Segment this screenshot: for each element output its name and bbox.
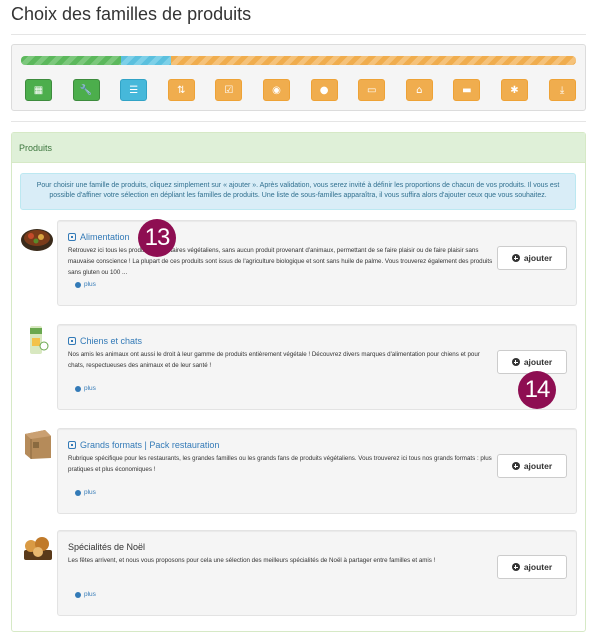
sort-icon: ⇅ bbox=[177, 84, 186, 96]
progress-bar bbox=[21, 56, 576, 65]
pet-food-bag-thumbnail bbox=[30, 326, 49, 354]
add-button[interactable]: ajouter bbox=[497, 454, 567, 478]
page-title: Choix des familles de produits bbox=[11, 4, 252, 24]
product-title-link[interactable]: Chiens et chats bbox=[68, 336, 142, 346]
progress-segment-remaining bbox=[170, 56, 576, 65]
product-description: Les fêtes arrivent, et nous vous proposo… bbox=[68, 557, 436, 564]
home-icon: ⌂ bbox=[416, 84, 423, 96]
progress-segment-done bbox=[21, 56, 121, 65]
step-button[interactable]: ▦ bbox=[25, 79, 52, 101]
add-button-label: ajouter bbox=[523, 562, 553, 572]
product-description: Nos amis les animaux ont aussi le droit … bbox=[68, 351, 480, 369]
check-icon: ☑ bbox=[224, 84, 234, 96]
step-button[interactable]: ▭ bbox=[358, 79, 386, 101]
more-link-label: plus bbox=[84, 281, 96, 288]
step-button[interactable]: 🔧 bbox=[72, 79, 100, 101]
comment-icon: ▬ bbox=[462, 84, 472, 96]
more-link[interactable]: plus bbox=[75, 489, 96, 496]
more-link-label: plus bbox=[84, 591, 96, 598]
asterisk-icon: ✱ bbox=[510, 84, 519, 96]
plus-circle-icon bbox=[511, 358, 520, 366]
step-button[interactable]: ▬ bbox=[453, 79, 481, 101]
food-bowl-thumbnail bbox=[21, 229, 53, 251]
list-icon: ☰ bbox=[129, 84, 139, 96]
cardboard-box-thumbnail bbox=[25, 430, 51, 459]
info-icon bbox=[75, 591, 81, 598]
add-button[interactable]: ajouter bbox=[497, 555, 567, 579]
products-heading: Produits bbox=[12, 133, 585, 163]
title-divider bbox=[11, 34, 586, 35]
add-button-label: ajouter bbox=[523, 461, 553, 471]
christmas-cookies-thumbnail bbox=[24, 537, 52, 560]
add-button[interactable]: ajouter bbox=[497, 350, 567, 374]
product-title-text: Spécialités de Noël bbox=[68, 542, 146, 552]
step-button[interactable]: ☑ bbox=[215, 79, 243, 101]
steps-panel: ▦ 🔧 ☰ ⇅ ☑ ◉ ● ▭ ⌂ ▬ ✱ ⤓ bbox=[11, 44, 586, 111]
add-button-label: ajouter bbox=[523, 357, 553, 367]
eye-icon: ◉ bbox=[272, 84, 281, 96]
add-button-label: ajouter bbox=[523, 253, 553, 263]
info-icon bbox=[75, 489, 81, 496]
user-icon: ● bbox=[319, 84, 329, 96]
more-link[interactable]: plus bbox=[75, 591, 96, 598]
info-alert: Pour choisir une famille de produits, cl… bbox=[20, 173, 576, 210]
credit-card-icon: ▭ bbox=[366, 84, 377, 96]
annotation-badge: 13 bbox=[138, 219, 176, 257]
info-icon bbox=[75, 385, 81, 392]
expand-icon bbox=[68, 233, 76, 241]
product-title-link[interactable]: Alimentation bbox=[68, 232, 130, 242]
more-link[interactable]: plus bbox=[75, 281, 96, 288]
step-button[interactable]: ✱ bbox=[501, 79, 528, 101]
product-card-noel: Spécialités de Noël Les fêtes arrivent, … bbox=[57, 530, 577, 616]
step-button[interactable]: ◉ bbox=[263, 79, 290, 101]
progress-segment-current bbox=[120, 56, 171, 65]
more-link[interactable]: plus bbox=[75, 385, 96, 392]
section-divider bbox=[11, 121, 586, 122]
info-icon bbox=[75, 281, 81, 288]
product-description: Retrouvez ici tous les produits alimenta… bbox=[68, 247, 493, 276]
product-title-text: Grands formats | Pack restauration bbox=[80, 440, 220, 450]
more-link-label: plus bbox=[84, 385, 96, 392]
product-title-text: Alimentation bbox=[80, 232, 130, 242]
plus-circle-icon bbox=[511, 462, 520, 470]
product-title-link[interactable]: Grands formats | Pack restauration bbox=[68, 440, 219, 450]
grid-icon: ▦ bbox=[33, 84, 44, 96]
plus-circle-icon bbox=[511, 254, 520, 262]
step-button[interactable]: ⌂ bbox=[405, 79, 433, 101]
product-card-alimentation: Alimentation Retrouvez ici tous les prod… bbox=[57, 220, 577, 306]
annotation-badge: 14 bbox=[518, 371, 556, 409]
product-description: Rubrique spécifique pour les restaurants… bbox=[68, 455, 492, 473]
step-button[interactable]: ● bbox=[310, 79, 338, 101]
step-button[interactable]: ⤓ bbox=[548, 79, 576, 101]
add-button[interactable]: ajouter bbox=[497, 246, 567, 270]
product-title-text: Chiens et chats bbox=[80, 336, 143, 346]
step-button[interactable]: ☰ bbox=[120, 79, 148, 101]
plus-circle-icon bbox=[511, 563, 520, 571]
download-icon: ⤓ bbox=[559, 84, 565, 96]
product-card-chiens-chats: Chiens et chats Nos amis les animaux ont… bbox=[57, 324, 577, 410]
product-card-grands-formats: Grands formats | Pack restauration Rubri… bbox=[57, 428, 577, 514]
more-link-label: plus bbox=[84, 489, 96, 496]
wrench-icon: 🔧 bbox=[79, 84, 93, 96]
expand-icon bbox=[68, 441, 76, 449]
expand-icon bbox=[68, 337, 76, 345]
step-button[interactable]: ⇅ bbox=[167, 79, 195, 101]
